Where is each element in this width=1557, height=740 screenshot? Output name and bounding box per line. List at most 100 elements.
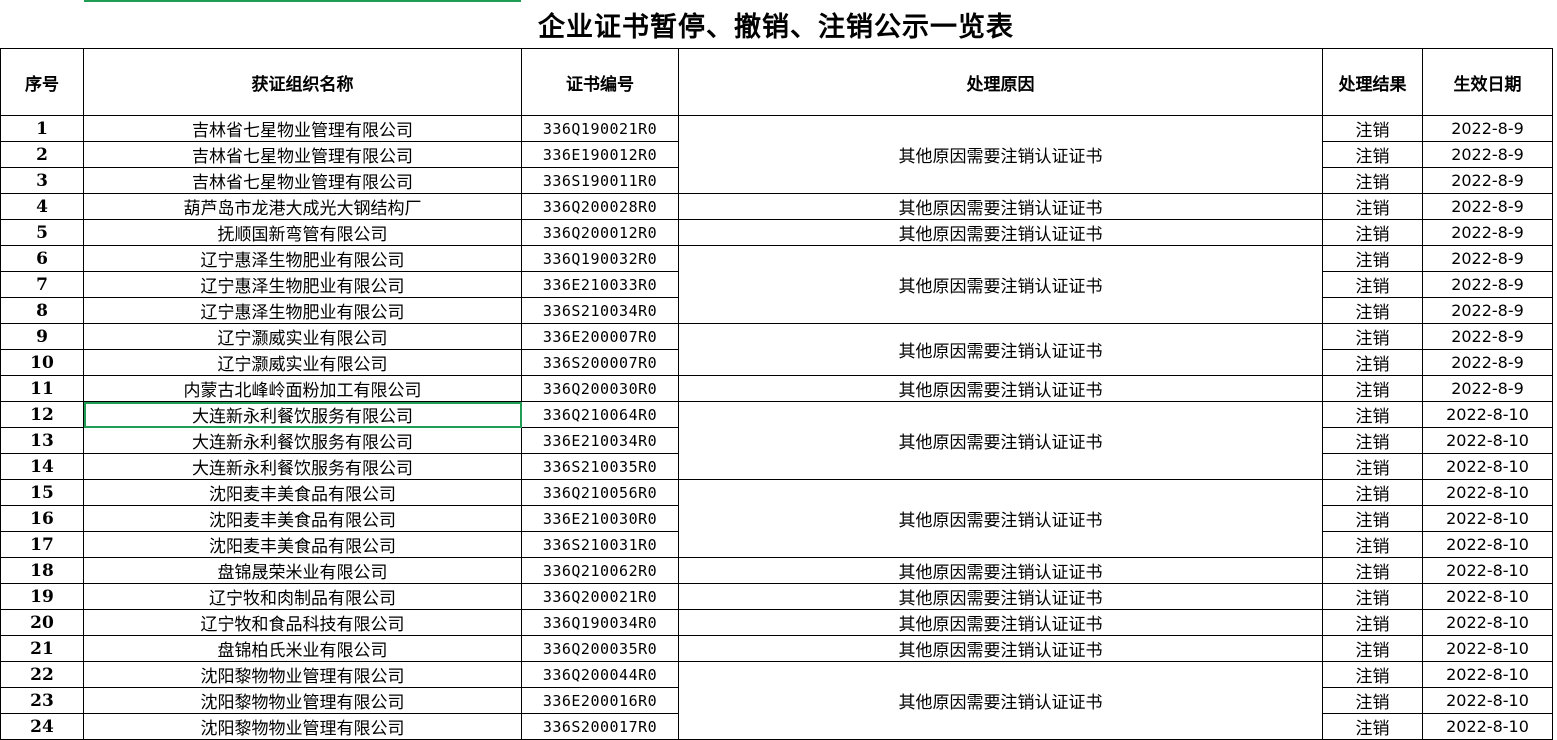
- cell-effective-date[interactable]: 2022-8-10: [1422, 609, 1553, 636]
- cell-effective-date[interactable]: 2022-8-10: [1422, 713, 1553, 740]
- cell-result[interactable]: 注销: [1322, 245, 1423, 272]
- cell-organization[interactable]: 盘锦晟荣米业有限公司: [83, 557, 522, 584]
- cell-organization[interactable]: 辽宁灏威实业有限公司: [83, 349, 522, 376]
- cell-reason[interactable]: 其他原因需要注销认证证书: [678, 219, 1323, 246]
- cell-organization[interactable]: 辽宁灏威实业有限公司: [83, 323, 522, 350]
- cell-index[interactable]: 22: [0, 661, 84, 688]
- cell-index[interactable]: 15: [0, 479, 84, 506]
- cell-certificate-no[interactable]: 336S210031R0: [521, 531, 679, 558]
- cell-index[interactable]: 24: [0, 713, 84, 740]
- cell-index[interactable]: 12: [0, 401, 84, 428]
- cell-result[interactable]: 注销: [1322, 531, 1423, 558]
- cell-result[interactable]: 注销: [1322, 219, 1423, 246]
- cell-certificate-no[interactable]: 336S200017R0: [521, 713, 679, 740]
- cell-effective-date[interactable]: 2022-8-9: [1422, 245, 1553, 272]
- cell-index[interactable]: 9: [0, 323, 84, 350]
- cell-certificate-no[interactable]: 336E210030R0: [521, 505, 679, 532]
- cell-organization[interactable]: 葫芦岛市龙港大成光大钢结构厂: [83, 193, 522, 220]
- cell-index[interactable]: 17: [0, 531, 84, 558]
- cell-reason[interactable]: 其他原因需要注销认证证书: [678, 401, 1323, 480]
- cell-organization[interactable]: 沈阳麦丰美食品有限公司: [83, 531, 522, 558]
- header-organization[interactable]: 获证组织名称: [83, 48, 522, 116]
- cell-certificate-no[interactable]: 336Q190021R0: [521, 115, 679, 142]
- cell-effective-date[interactable]: 2022-8-9: [1422, 141, 1553, 168]
- cell-index[interactable]: 5: [0, 219, 84, 246]
- cell-index[interactable]: 6: [0, 245, 84, 272]
- cell-result[interactable]: 注销: [1322, 557, 1423, 584]
- cell-reason[interactable]: 其他原因需要注销认证证书: [678, 583, 1323, 610]
- cell-effective-date[interactable]: 2022-8-9: [1422, 349, 1553, 376]
- cell-reason[interactable]: 其他原因需要注销认证证书: [678, 115, 1323, 194]
- cell-effective-date[interactable]: 2022-8-10: [1422, 453, 1553, 480]
- cell-index[interactable]: 14: [0, 453, 84, 480]
- cell-reason[interactable]: 其他原因需要注销认证证书: [678, 479, 1323, 558]
- cell-result[interactable]: 注销: [1322, 323, 1423, 350]
- cell-result[interactable]: 注销: [1322, 479, 1423, 506]
- cell-organization[interactable]: 抚顺国新弯管有限公司: [83, 219, 522, 246]
- cell-certificate-no[interactable]: 336Q200035R0: [521, 635, 679, 662]
- cell-result[interactable]: 注销: [1322, 661, 1423, 688]
- cell-result[interactable]: 注销: [1322, 271, 1423, 298]
- cell-effective-date[interactable]: 2022-8-10: [1422, 687, 1553, 714]
- cell-index[interactable]: 2: [0, 141, 84, 168]
- cell-effective-date[interactable]: 2022-8-9: [1422, 271, 1553, 298]
- cell-result[interactable]: 注销: [1322, 427, 1423, 454]
- cell-effective-date[interactable]: 2022-8-9: [1422, 219, 1553, 246]
- cell-result[interactable]: 注销: [1322, 349, 1423, 376]
- cell-effective-date[interactable]: 2022-8-9: [1422, 167, 1553, 194]
- cell-certificate-no[interactable]: 336E210033R0: [521, 271, 679, 298]
- cell-effective-date[interactable]: 2022-8-10: [1422, 427, 1553, 454]
- cell-result[interactable]: 注销: [1322, 297, 1423, 324]
- cell-effective-date[interactable]: 2022-8-9: [1422, 323, 1553, 350]
- cell-reason[interactable]: 其他原因需要注销认证证书: [678, 557, 1323, 584]
- cell-reason[interactable]: 其他原因需要注销认证证书: [678, 609, 1323, 636]
- cell-result[interactable]: 注销: [1322, 141, 1423, 168]
- cell-index[interactable]: 20: [0, 609, 84, 636]
- cell-result[interactable]: 注销: [1322, 453, 1423, 480]
- cell-certificate-no[interactable]: 336E200007R0: [521, 323, 679, 350]
- cell-result[interactable]: 注销: [1322, 193, 1423, 220]
- cell-result[interactable]: 注销: [1322, 375, 1423, 402]
- cell-index[interactable]: 10: [0, 349, 84, 376]
- cell-effective-date[interactable]: 2022-8-9: [1422, 115, 1553, 142]
- cell-result[interactable]: 注销: [1322, 115, 1423, 142]
- cell-organization[interactable]: 吉林省七星物业管理有限公司: [83, 167, 522, 194]
- header-result[interactable]: 处理结果: [1322, 48, 1423, 116]
- cell-effective-date[interactable]: 2022-8-9: [1422, 193, 1553, 220]
- cell-result[interactable]: 注销: [1322, 583, 1423, 610]
- cell-organization[interactable]: 辽宁牧和肉制品有限公司: [83, 583, 522, 610]
- cell-organization[interactable]: 辽宁牧和食品科技有限公司: [83, 609, 522, 636]
- cell-effective-date[interactable]: 2022-8-10: [1422, 401, 1553, 428]
- cell-result[interactable]: 注销: [1322, 635, 1423, 662]
- cell-organization[interactable]: 沈阳麦丰美食品有限公司: [83, 505, 522, 532]
- cell-index[interactable]: 13: [0, 427, 84, 454]
- cell-index[interactable]: 4: [0, 193, 84, 220]
- cell-result[interactable]: 注销: [1322, 713, 1423, 740]
- cell-reason[interactable]: 其他原因需要注销认证证书: [678, 245, 1323, 324]
- header-effective-date[interactable]: 生效日期: [1422, 48, 1553, 116]
- cell-organization[interactable]: 吉林省七星物业管理有限公司: [83, 141, 522, 168]
- cell-organization[interactable]: 沈阳黎物物业管理有限公司: [83, 687, 522, 714]
- header-index[interactable]: 序号: [0, 48, 84, 116]
- cell-certificate-no[interactable]: 336Q200021R0: [521, 583, 679, 610]
- cell-certificate-no[interactable]: 336Q200044R0: [521, 661, 679, 688]
- cell-effective-date[interactable]: 2022-8-10: [1422, 531, 1553, 558]
- cell-index[interactable]: 16: [0, 505, 84, 532]
- cell-effective-date[interactable]: 2022-8-9: [1422, 375, 1553, 402]
- cell-certificate-no[interactable]: 336Q210064R0: [521, 401, 679, 428]
- cell-index[interactable]: 19: [0, 583, 84, 610]
- cell-index[interactable]: 18: [0, 557, 84, 584]
- cell-certificate-no[interactable]: 336Q200012R0: [521, 219, 679, 246]
- cell-organization[interactable]: 大连新永利餐饮服务有限公司: [83, 453, 522, 480]
- cell-certificate-no[interactable]: 336Q210062R0: [521, 557, 679, 584]
- cell-organization[interactable]: 吉林省七星物业管理有限公司: [83, 115, 522, 142]
- cell-reason[interactable]: 其他原因需要注销认证证书: [678, 193, 1323, 220]
- cell-index[interactable]: 11: [0, 375, 84, 402]
- cell-reason[interactable]: 其他原因需要注销认证证书: [678, 661, 1323, 740]
- cell-effective-date[interactable]: 2022-8-10: [1422, 635, 1553, 662]
- header-certificate-no[interactable]: 证书编号: [521, 48, 679, 116]
- cell-certificate-no[interactable]: 336S200007R0: [521, 349, 679, 376]
- cell-certificate-no[interactable]: 336E190012R0: [521, 141, 679, 168]
- cell-organization[interactable]: 盘锦柏氏米业有限公司: [83, 635, 522, 662]
- cell-effective-date[interactable]: 2022-8-10: [1422, 505, 1553, 532]
